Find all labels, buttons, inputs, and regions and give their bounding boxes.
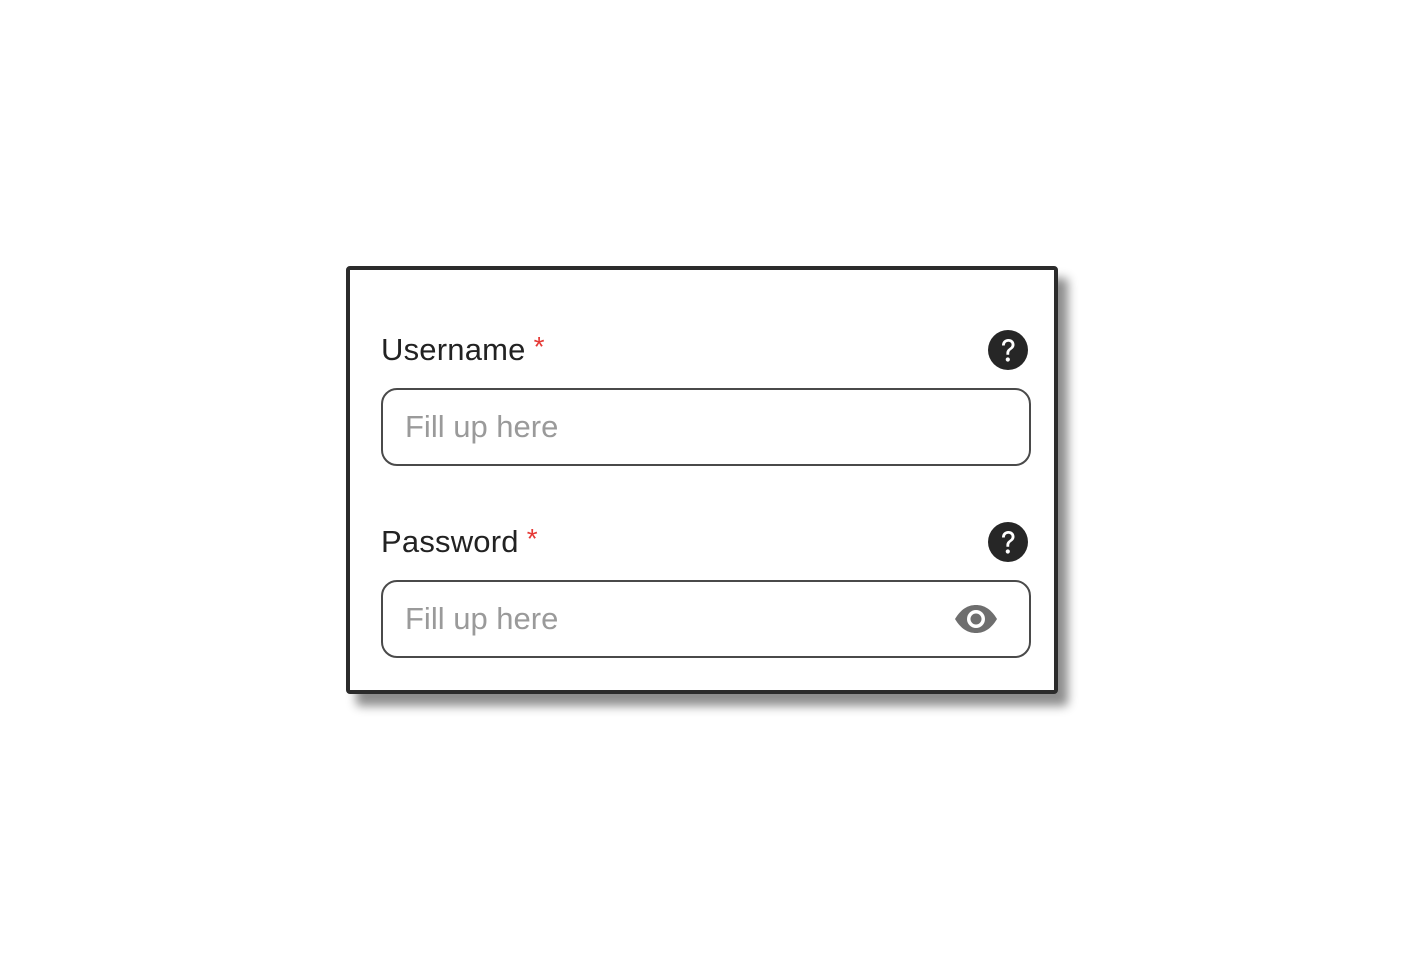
- show-password-eye-icon[interactable]: [953, 603, 999, 635]
- question-icon: [1002, 531, 1015, 554]
- password-field[interactable]: [381, 580, 1031, 658]
- username-required-marker: *: [533, 331, 545, 362]
- password-help-icon[interactable]: [988, 522, 1028, 562]
- password-label-row: Password *: [381, 520, 1028, 564]
- password-input[interactable]: [405, 601, 953, 637]
- eye-icon: [955, 605, 997, 633]
- username-label-text: Username: [381, 332, 526, 367]
- password-label-text: Password: [381, 524, 519, 559]
- username-input[interactable]: [405, 409, 999, 445]
- username-label: Username *: [381, 331, 545, 368]
- username-label-row: Username *: [381, 328, 1028, 372]
- login-form-card: Username* Password*: [346, 266, 1058, 694]
- username-help-icon[interactable]: [988, 330, 1028, 370]
- password-label: Password *: [381, 523, 538, 560]
- username-field[interactable]: [381, 388, 1031, 466]
- question-icon: [1002, 339, 1015, 362]
- password-required-marker: *: [526, 523, 538, 554]
